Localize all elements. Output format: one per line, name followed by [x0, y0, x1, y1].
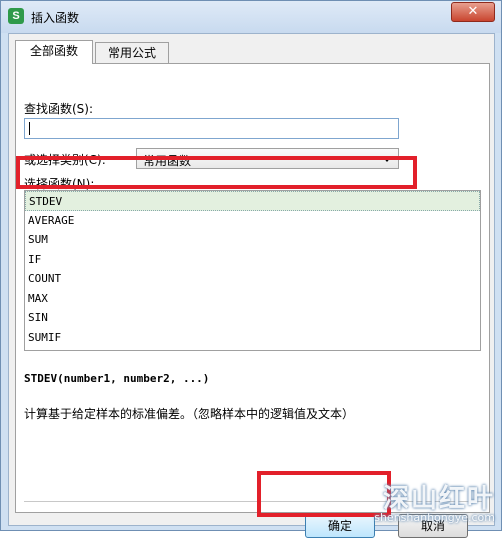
function-listbox[interactable]: STDEV AVERAGE SUM IF COUNT MAX SIN SUMIF — [24, 190, 481, 351]
list-item[interactable]: AVERAGE — [25, 211, 480, 231]
tab-panel: 查找函数(S): 或选择类别(C): 常用函数 选择函数(N): STDEV A… — [15, 63, 490, 538]
highlight-box-selected-function — [16, 156, 417, 189]
highlight-box-ok-button — [257, 471, 391, 517]
watermark-title: 深山红叶 — [382, 484, 495, 514]
search-input[interactable] — [24, 118, 399, 139]
list-item[interactable]: STDEV — [25, 191, 480, 211]
close-button[interactable]: ✕ — [451, 2, 495, 22]
list-item[interactable]: SUM — [25, 230, 480, 250]
list-item[interactable]: IF — [25, 250, 480, 270]
list-item[interactable]: MAX — [25, 289, 480, 309]
function-description: 计算基于给定样本的标准偏差。（忽略样本中的逻辑值及文本） — [24, 407, 355, 421]
list-item[interactable]: SUMIF — [25, 328, 480, 348]
dialog-body: 全部函数 常用公式 查找函数(S): 或选择类别(C): 常用函数 选择函数(N… — [8, 33, 495, 538]
function-signature: STDEV(number1, number2, ...) — [24, 372, 210, 385]
tab-all-functions[interactable]: 全部函数 — [15, 40, 93, 64]
ok-button[interactable]: 确定 — [305, 514, 375, 538]
watermark-url: shenshanhongye.com — [374, 511, 495, 524]
list-item[interactable]: COUNT — [25, 269, 480, 289]
list-item[interactable]: SIN — [25, 308, 480, 328]
wps-app-icon: S — [8, 8, 24, 24]
search-label: 查找函数(S): — [24, 102, 94, 116]
text-caret — [29, 122, 30, 135]
tab-common-formulas[interactable]: 常用公式 — [95, 42, 169, 64]
dialog-title: 插入函数 — [31, 11, 80, 25]
title-bar[interactable]: S 插入函数 ✕ — [1, 1, 501, 33]
insert-function-dialog: S 插入函数 ✕ 全部函数 常用公式 查找函数(S): 或选择类别(C): 常用… — [0, 0, 502, 538]
watermark: 深山红叶 shenshanhongye.com — [374, 486, 495, 524]
